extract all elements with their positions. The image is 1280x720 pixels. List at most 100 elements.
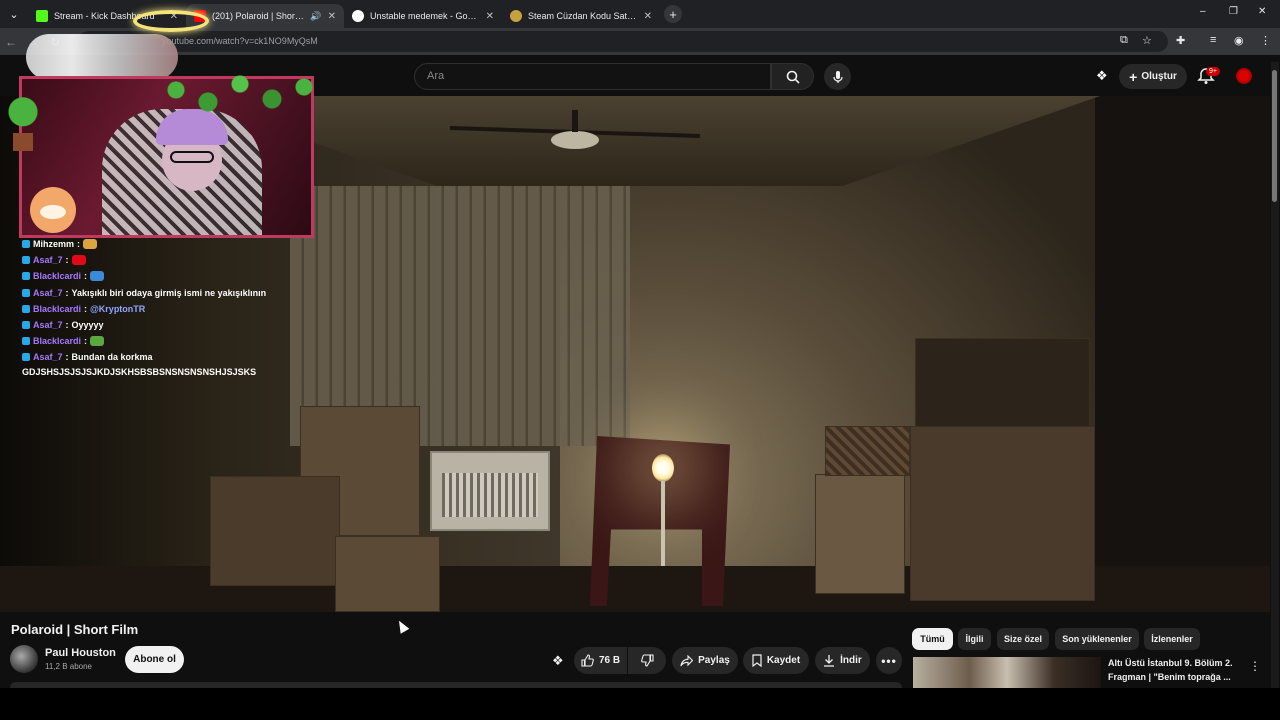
media-control-icon[interactable]: ≡ [1210, 34, 1216, 46]
share-button[interactable]: Paylaş [672, 647, 738, 674]
create-label: Oluştur [1141, 71, 1177, 82]
minimize-button[interactable]: – [1200, 6, 1206, 17]
chat-badge-icon [22, 337, 30, 346]
notification-badge: 9+ [1206, 67, 1220, 76]
thumbs-down-icon [640, 654, 654, 667]
download-button[interactable]: İndir [815, 647, 870, 674]
chip-related[interactable]: İlgili [958, 628, 991, 650]
chat-message: Mihzemm: [22, 236, 322, 252]
create-button[interactable]: + Oluştur [1119, 64, 1187, 89]
chat-message: Asaf_7: Yakışıklı biri odaya girmiş ismi … [22, 285, 322, 301]
close-icon[interactable]: ✕ [486, 11, 494, 22]
user-avatar[interactable] [1236, 68, 1252, 84]
browser-tab-google[interactable]: Unstable medemek - Google'da Ara ✕ [344, 4, 502, 28]
back-icon[interactable]: ← [0, 35, 22, 49]
channel-avatar[interactable] [10, 645, 38, 673]
recommendation-thumbnail[interactable] [913, 657, 1101, 691]
like-count: 76 B [598, 655, 621, 666]
taskbar-area [0, 688, 1280, 720]
stream-chat: Mihzemm: Asaf_7: Blacklcardi: Asaf_7: Yakışı… [22, 236, 322, 377]
extensions-icon[interactable]: ✚ [1176, 34, 1185, 47]
video-frame-doorway [1095, 96, 1270, 612]
more-actions-button[interactable]: ••• [876, 647, 902, 674]
chat-message: Asaf_7: Bundan da korkma [22, 349, 322, 365]
save-button[interactable]: Kaydet [743, 647, 809, 674]
chat-badge-icon [22, 353, 30, 362]
chat-username: Mihzemm [33, 239, 75, 250]
profile-icon[interactable]: ◉ [1234, 34, 1244, 47]
recommendation-title[interactable]: Altı Üstü İstanbul 9. Bölüm 2. Fragman |… [1108, 656, 1238, 684]
scrollbar-thumb[interactable] [1272, 70, 1277, 202]
chat-message: Asaf_7: [22, 252, 322, 268]
chat-message: Blacklcardi: @KryptonTR [22, 301, 322, 317]
chip-all[interactable]: Tümü [912, 628, 953, 650]
steam-icon [510, 10, 522, 22]
chat-separator: : [65, 320, 69, 331]
premium-gem-icon[interactable]: ❖ [552, 653, 564, 669]
dislike-button[interactable] [628, 647, 666, 674]
like-button[interactable]: 76 B [574, 647, 627, 674]
download-label: İndir [840, 655, 862, 666]
chat-username: Blacklcardi [33, 336, 82, 347]
chat-separator: : [84, 271, 88, 282]
chat-username: Asaf_7 [33, 352, 63, 363]
channel-name[interactable]: Paul Houston [45, 647, 116, 659]
chat-message: Blacklcardi: [22, 333, 322, 349]
chip-for-you[interactable]: Size özel [997, 628, 1049, 650]
cat-sticker [26, 34, 178, 80]
premium-gem-icon[interactable]: ❖ [1096, 68, 1108, 84]
more-horizontal-icon: ••• [881, 653, 897, 668]
tab-title: (201) Polaroid | Short Film [212, 11, 304, 21]
address-bar[interactable]: youtube.com/watch?v=ck1NO9MyQsM [78, 31, 1168, 52]
halo-sticker [133, 10, 209, 32]
cardboard-box [210, 476, 340, 586]
menu-icon[interactable]: ⋮ [1260, 34, 1271, 47]
kick-icon [36, 10, 48, 22]
chat-message: Asaf_7: Oyyyyy [22, 317, 322, 333]
cat-mascot-icon [30, 187, 76, 233]
chat-text: Oyyyyy [71, 320, 104, 331]
maximize-button[interactable]: ❐ [1229, 6, 1238, 17]
share-icon [680, 654, 694, 666]
chat-badge-icon [22, 272, 30, 281]
browser-tab-steam[interactable]: Steam Cüzdan Kodu Satın Al - D ✕ [502, 4, 660, 28]
video-title: Polaroid | Short Film [11, 622, 139, 637]
speaker-icon[interactable]: 🔊 [310, 11, 321, 22]
bookmark-icon [752, 654, 762, 667]
close-icon[interactable]: ✕ [644, 11, 652, 22]
browser-tab-youtube[interactable]: (201) Polaroid | Short Film 🔊 ✕ [186, 4, 344, 28]
chat-emote-icon [71, 255, 86, 266]
voice-search-button[interactable] [824, 63, 851, 90]
chat-separator: : [65, 287, 69, 298]
chat-badge-icon [22, 256, 30, 265]
lamp-stem [661, 481, 665, 566]
microphone-icon [832, 70, 843, 83]
lit-lamp [652, 454, 674, 482]
chat-emote-icon [83, 239, 98, 250]
chat-username: Blacklcardi [33, 271, 82, 282]
close-window-button[interactable]: ✕ [1258, 6, 1266, 17]
more-vertical-icon[interactable]: ⋮ [1249, 659, 1261, 673]
search-button[interactable] [771, 63, 814, 90]
tab-title: Steam Cüzdan Kodu Satın Al - D [528, 11, 638, 21]
subscribe-button[interactable]: Abone ol [125, 646, 184, 673]
ceiling-fan [449, 110, 701, 149]
install-icon[interactable]: ⧉ [1120, 34, 1128, 47]
save-label: Kaydet [766, 655, 801, 666]
chat-text: GDJSHSJSJSJSJKDJSKHSBSBSNSNSNSNSHJSJSKS [22, 366, 257, 377]
chat-emote-icon [90, 336, 105, 347]
close-icon[interactable]: ✕ [328, 11, 336, 22]
chip-recently-uploaded[interactable]: Son yüklenenler [1055, 628, 1139, 650]
bookmark-star-icon[interactable]: ☆ [1142, 34, 1152, 47]
chat-username: Blacklcardi [33, 303, 82, 314]
share-label: Paylaş [698, 655, 730, 666]
chat-badge-icon [22, 288, 30, 297]
cardboard-box [815, 474, 905, 594]
new-tab-button[interactable]: + [664, 5, 682, 23]
chip-watched[interactable]: İzlenenler [1144, 628, 1200, 650]
chat-separator: : [84, 303, 88, 314]
chat-badge-icon [22, 240, 30, 249]
wicker-basket [825, 426, 910, 476]
tab-search-icon[interactable]: ⌄ [4, 4, 24, 24]
search-input[interactable]: Ara [414, 63, 771, 90]
